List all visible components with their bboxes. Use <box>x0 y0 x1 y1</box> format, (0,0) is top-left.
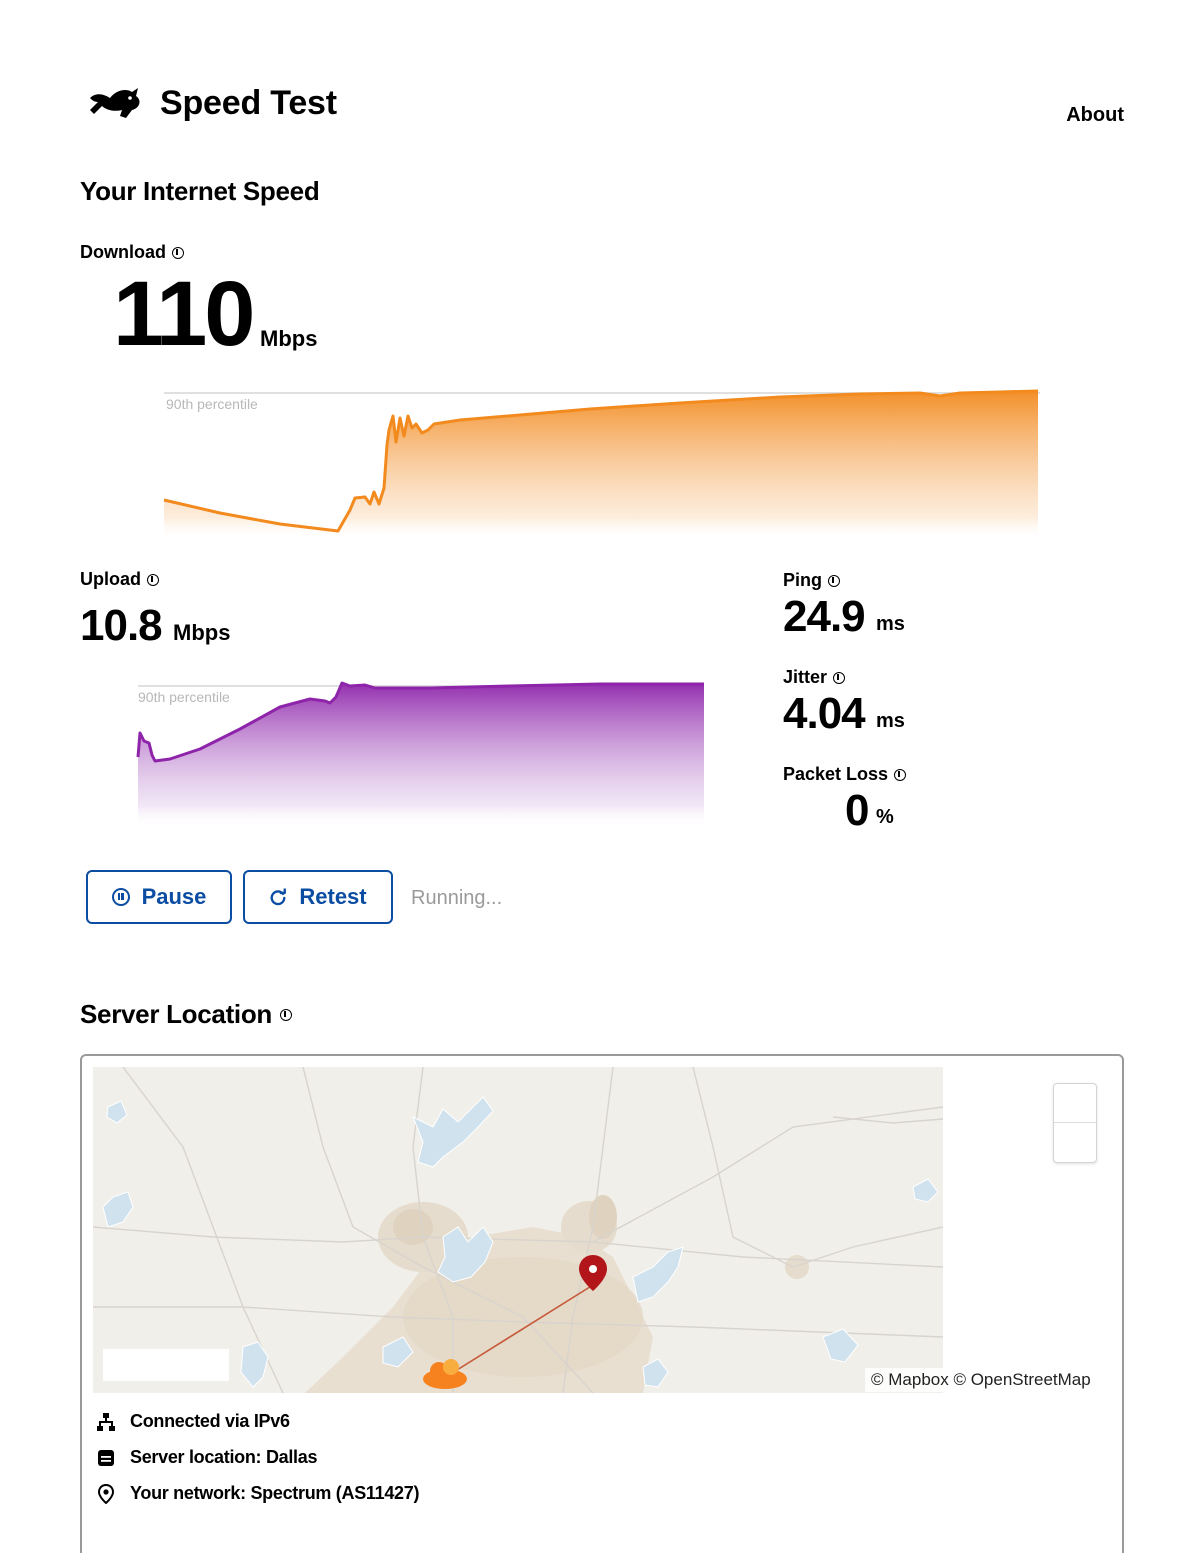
download-percentile-label: 90th percentile <box>166 396 258 412</box>
network-info: Your network: Spectrum (AS11427) <box>96 1483 419 1504</box>
jitter-value: 4.04 <box>783 689 866 738</box>
download-chart: 90th percentile <box>163 389 1040 540</box>
retest-icon <box>270 888 287 906</box>
test-status: Running... <box>411 887 503 909</box>
server-map[interactable] <box>93 1067 943 1393</box>
download-info-icon[interactable] <box>172 246 184 259</box>
zoom-out-button[interactable] <box>1054 1122 1096 1160</box>
server-location-text: Server location: Dallas <box>130 1447 318 1467</box>
connection-text: Connected via IPv6 <box>130 1411 290 1431</box>
network-text: Your network: Spectrum (AS11427) <box>130 1483 420 1503</box>
server-info-icon[interactable] <box>280 1008 293 1021</box>
server-icon <box>98 1449 114 1466</box>
ping-unit: ms <box>876 613 905 635</box>
download-value: 110 <box>113 263 255 365</box>
rabbit-logo-icon <box>90 88 140 118</box>
upload-label: Upload <box>80 569 159 590</box>
zoom-in-button[interactable] <box>1054 1084 1096 1122</box>
map-attribution[interactable]: © Mapbox © OpenStreetMap <box>865 1368 1097 1392</box>
speed-test-page: Speed Test About Your Internet Speed Dow… <box>0 0 1200 1553</box>
pause-button-label: Pause <box>141 884 207 909</box>
server-section-title: Server Location <box>80 999 293 1030</box>
upload-value: 10.8 <box>80 601 163 650</box>
network-icon <box>97 1412 115 1431</box>
download-label-text: Download <box>80 242 166 262</box>
upload-chart: 90th percentile <box>136 681 704 827</box>
map-zoom-control <box>1053 1083 1097 1163</box>
upload-info-icon[interactable] <box>147 573 159 586</box>
about-link[interactable]: About <box>1066 104 1124 127</box>
upload-label-text: Upload <box>80 569 141 589</box>
connection-info: Connected via IPv6 <box>96 1411 290 1432</box>
server-location-info: Server location: Dallas <box>96 1447 317 1468</box>
location-pin-icon <box>97 1483 115 1504</box>
packet-loss-label-text: Packet Loss <box>783 764 889 784</box>
jitter-label: Jitter <box>783 667 846 688</box>
ping-label-text: Ping <box>783 570 822 590</box>
pause-button[interactable]: Pause <box>86 870 232 924</box>
download-area <box>164 391 1038 540</box>
jitter-unit: ms <box>876 710 905 732</box>
packet-loss-value: 0 <box>845 786 870 835</box>
server-section-title-text: Server Location <box>80 999 273 1029</box>
app-title: Speed Test <box>160 84 337 122</box>
upload-percentile-label: 90th percentile <box>138 689 230 705</box>
ping-label: Ping <box>783 570 840 591</box>
retest-button-label: Retest <box>299 884 367 909</box>
packet-loss-info-icon[interactable] <box>894 768 907 781</box>
retest-button[interactable]: Retest <box>243 870 393 924</box>
pause-icon <box>111 888 130 906</box>
ping-value: 24.9 <box>783 592 866 641</box>
jitter-info-icon[interactable] <box>833 671 846 684</box>
map-canvas <box>93 1067 943 1393</box>
download-label: Download <box>80 242 184 263</box>
ping-info-icon[interactable] <box>828 574 840 587</box>
speed-section-title: Your Internet Speed <box>80 176 320 206</box>
download-unit: Mbps <box>260 326 318 351</box>
jitter-label-text: Jitter <box>783 667 828 687</box>
packet-loss-unit: % <box>876 806 894 828</box>
packet-loss-label: Packet Loss <box>783 764 907 785</box>
upload-unit: Mbps <box>173 620 231 645</box>
